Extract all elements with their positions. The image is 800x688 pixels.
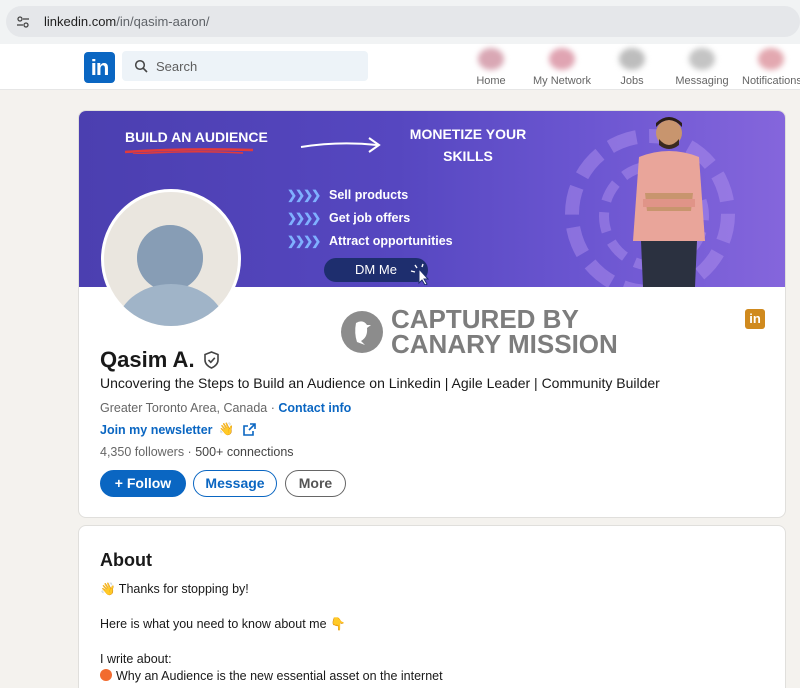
site-settings-icon[interactable] <box>16 15 30 29</box>
about-bullet: Why an Audience is the new essential ass… <box>100 669 443 683</box>
home-icon <box>478 48 504 70</box>
jobs-icon <box>619 48 645 70</box>
linkedin-logo[interactable]: in <box>84 52 115 83</box>
nav-messaging-label: Messaging <box>675 75 729 87</box>
search-icon <box>134 59 148 73</box>
follow-button[interactable]: + Follow <box>100 470 186 497</box>
about-card: About 👋 Thanks for stopping by! Here is … <box>78 525 786 688</box>
banner-bullet: ❯❯❯❯ Sell products <box>287 183 453 206</box>
browser-toolbar: linkedin.com/in/qasim-aaron/ <box>0 0 800 44</box>
profile-avatar[interactable] <box>101 189 241 329</box>
about-line: I write about: <box>100 652 172 666</box>
banner-bullet-label: Sell products <box>329 187 409 202</box>
my-network-icon <box>549 48 575 70</box>
search-input[interactable]: Search <box>122 51 368 81</box>
banner-subtitle: MONETIZE YOUR SKILLS <box>409 126 527 164</box>
contact-info-link[interactable]: Contact info <box>278 401 351 415</box>
banner-bullet-label: Get job offers <box>329 210 411 225</box>
arrow-right-icon <box>300 137 381 153</box>
nav-home-label: Home <box>476 75 506 87</box>
followers-count[interactable]: 4,350 followers <box>100 445 184 459</box>
about-bullet-text: Why an Audience is the new essential ass… <box>116 669 443 683</box>
newsletter-label: Join my newsletter <box>100 422 213 437</box>
search-placeholder: Search <box>156 59 198 74</box>
profile-location: Greater Toronto Area, Canada <box>100 401 268 415</box>
banner-person-photo <box>633 117 705 287</box>
profile-card: BUILD AN AUDIENCE MONETIZE YOUR SKILLS ❯… <box>78 110 786 518</box>
banner-bullet-label: Attract opportunities <box>329 233 453 248</box>
wave-emoji: 👋 <box>218 422 235 436</box>
canary-bird-icon <box>341 311 383 353</box>
orange-circle-icon <box>100 669 112 681</box>
banner-title: BUILD AN AUDIENCE <box>125 129 268 145</box>
profile-name-row: Qasim A. <box>100 347 220 373</box>
messaging-icon <box>689 48 715 70</box>
chevrons-icon: ❯❯❯❯ <box>287 187 321 202</box>
address-bar[interactable]: linkedin.com/in/qasim-aaron/ <box>6 6 800 37</box>
url-text[interactable]: linkedin.com/in/qasim-aaron/ <box>44 14 209 29</box>
nav-notifications-label: Notifications <box>742 75 800 87</box>
cursor-click-icon <box>410 263 430 285</box>
avatar-head-shade <box>137 225 203 291</box>
url-path: /in/qasim-aaron/ <box>116 14 210 29</box>
nav-my-network[interactable]: My Network <box>530 44 594 90</box>
nav-my-network-label: My Network <box>532 75 592 87</box>
verified-shield-icon[interactable] <box>203 351 220 369</box>
banner-bullets: ❯❯❯❯ Sell products ❯❯❯❯ Get job offers ❯❯❯… <box>287 183 453 252</box>
banner-bullet: ❯❯❯❯ Attract opportunities <box>287 229 453 252</box>
linkedin-small-icon: in <box>745 309 765 329</box>
url-host: linkedin.com <box>44 14 117 29</box>
message-button[interactable]: Message <box>193 470 277 497</box>
watermark-text: CAPTURED BY CANARY MISSION <box>391 306 618 359</box>
about-line: Here is what you need to know about me 👇 <box>100 617 346 631</box>
newsletter-link[interactable]: Join my newsletter 👋 <box>100 422 256 437</box>
profile-name: Qasim A. <box>100 347 195 372</box>
nav-jobs-label: Jobs <box>620 75 644 87</box>
profile-headline: Uncovering the Steps to Build an Audienc… <box>100 375 660 391</box>
about-title: About <box>100 550 152 570</box>
about-line: 👋 Thanks for stopping by! <box>100 582 249 596</box>
nav-jobs[interactable]: Jobs <box>614 44 650 90</box>
banner-bullet: ❯❯❯❯ Get job offers <box>287 206 453 229</box>
notifications-icon <box>758 48 784 70</box>
nav-messaging[interactable]: Messaging <box>674 44 730 90</box>
more-button[interactable]: More <box>285 470 346 497</box>
external-link-icon <box>243 423 256 436</box>
chevrons-icon: ❯❯❯❯ <box>287 210 321 225</box>
nav-home[interactable]: Home <box>470 44 512 90</box>
nav-notifications[interactable]: Notifications <box>742 44 800 90</box>
top-nav: in Search Home My Network Jobs Messaging… <box>0 44 800 90</box>
connections-count[interactable]: 500+ connections <box>195 445 293 459</box>
watermark: CAPTURED BY CANARY MISSION <box>341 306 618 359</box>
watermark-line2: CANARY MISSION <box>391 329 618 359</box>
profile-location-row: Greater Toronto Area, Canada · Contact i… <box>100 401 352 415</box>
banner-underline <box>124 148 254 154</box>
chevrons-icon: ❯❯❯❯ <box>287 233 321 248</box>
avatar-body <box>116 284 226 326</box>
profile-stats: 4,350 followers · 500+ connections <box>100 445 294 459</box>
